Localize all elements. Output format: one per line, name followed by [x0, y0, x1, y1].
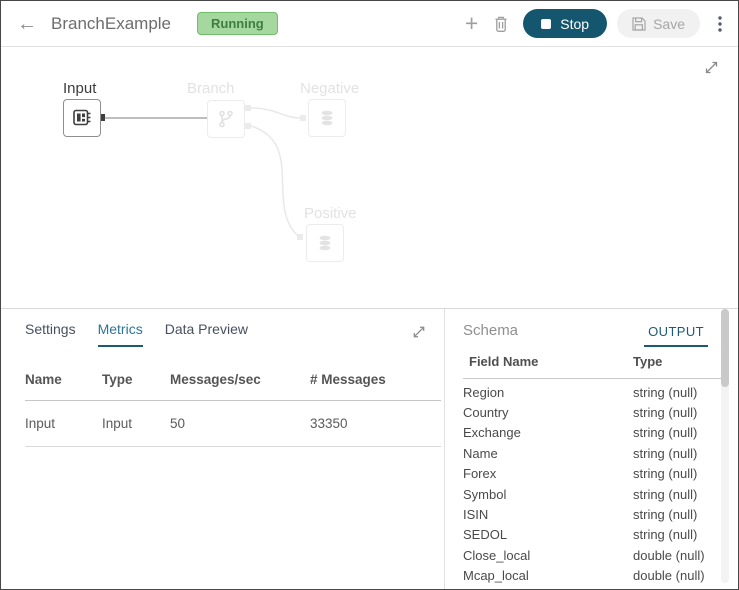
- schema-row[interactable]: SEDOL string (null): [463, 525, 721, 545]
- tab-settings[interactable]: Settings: [25, 321, 76, 347]
- status-badge: Running: [197, 12, 278, 35]
- expand-canvas-icon[interactable]: [703, 59, 720, 81]
- stop-button[interactable]: Stop: [523, 9, 607, 38]
- schema-row[interactable]: Exchange string (null): [463, 423, 721, 443]
- add-icon[interactable]: +: [465, 12, 478, 35]
- schema-row[interactable]: Close_local double (null): [463, 545, 721, 565]
- cell-messages-sec: 50: [170, 401, 310, 447]
- schema-panel: Schema OUTPUT Field Name Type Region str…: [445, 309, 738, 589]
- database-icon: [317, 108, 337, 128]
- cell-type: Input: [102, 401, 170, 447]
- field-type: string (null): [633, 527, 697, 542]
- database-icon: [315, 233, 335, 253]
- stop-icon: [541, 19, 551, 29]
- metrics-table: Name Type Messages/sec # Messages Input …: [25, 366, 441, 447]
- node-input[interactable]: [63, 99, 101, 137]
- node-negative[interactable]: [308, 99, 346, 137]
- field-type: double (null): [633, 548, 705, 563]
- column-header-field-name: Field Name: [469, 354, 633, 369]
- schema-rows: Region string (null) Country string (nul…: [463, 379, 721, 590]
- column-header-num-messages: # Messages: [310, 366, 441, 401]
- field-type: string (null): [633, 446, 697, 461]
- back-icon[interactable]: ←: [17, 14, 37, 34]
- node-branch[interactable]: [207, 100, 245, 138]
- schema-row[interactable]: Region string (null): [463, 382, 721, 402]
- table-row[interactable]: Input Input 50 33350: [25, 401, 441, 447]
- scrollbar-thumb[interactable]: [721, 309, 729, 387]
- save-button[interactable]: Save: [617, 9, 700, 38]
- schema-column-headers: Field Name Type: [463, 351, 721, 379]
- column-header-name: Name: [25, 366, 102, 401]
- field-name: Name: [463, 446, 633, 461]
- save-icon: [632, 17, 646, 31]
- branch-icon: [216, 109, 236, 129]
- schema-scrollbar[interactable]: [721, 309, 729, 583]
- page-title: BranchExample: [51, 14, 171, 34]
- trash-icon[interactable]: [493, 15, 509, 33]
- field-type: string (null): [633, 385, 697, 400]
- pipeline-canvas[interactable]: Input Branch Negative: [1, 47, 738, 309]
- node-label-positive: Positive: [304, 205, 357, 222]
- field-name: Mcap_local: [463, 568, 633, 583]
- schema-header: Schema OUTPUT: [463, 322, 738, 347]
- node-label-input: Input: [63, 80, 96, 97]
- field-type: double (null): [633, 568, 705, 583]
- schema-row[interactable]: Name string (null): [463, 443, 721, 463]
- schema-row[interactable]: Country string (null): [463, 402, 721, 422]
- field-type: string (null): [633, 425, 697, 440]
- schema-table: Field Name Type Region string (null) Cou…: [463, 351, 721, 590]
- column-header-field-type: Type: [633, 354, 662, 369]
- field-type: string (null): [633, 507, 697, 522]
- top-bar: ← BranchExample Running + Stop: [1, 1, 738, 47]
- field-type: string (null): [633, 466, 697, 481]
- more-options-icon[interactable]: [718, 15, 722, 33]
- field-name: Close_local: [463, 548, 633, 563]
- schema-row[interactable]: Symbol string (null): [463, 484, 721, 504]
- field-name: SEDOL: [463, 527, 633, 542]
- metrics-panel: Settings Metrics Data Preview Name Type …: [1, 309, 445, 589]
- field-name: Exchange: [463, 425, 633, 440]
- field-name: Country: [463, 405, 633, 420]
- chip-icon: [71, 107, 93, 129]
- app-window: ← BranchExample Running + Stop: [0, 0, 739, 590]
- schema-row[interactable]: Mcap_local double (null): [463, 566, 721, 586]
- bottom-panels: Settings Metrics Data Preview Name Type …: [1, 309, 738, 589]
- toolbar-actions: + Stop Save: [465, 9, 722, 38]
- edges-layer: [1, 47, 739, 309]
- node-label-negative: Negative: [300, 80, 359, 97]
- cell-num-messages: 33350: [310, 401, 441, 447]
- tab-metrics[interactable]: Metrics: [98, 321, 143, 347]
- field-name: Symbol: [463, 487, 633, 502]
- save-button-label: Save: [653, 16, 685, 32]
- schema-row[interactable]: Forex string (null): [463, 464, 721, 484]
- column-header-messages-sec: Messages/sec: [170, 366, 310, 401]
- column-header-type: Type: [102, 366, 170, 401]
- panel-tabs: Settings Metrics Data Preview: [25, 321, 444, 347]
- field-type: string (null): [633, 405, 697, 420]
- node-positive[interactable]: [306, 224, 344, 262]
- node-label-branch: Branch: [187, 80, 235, 97]
- expand-panel-icon[interactable]: [411, 324, 427, 345]
- field-type: string (null): [633, 487, 697, 502]
- cell-name: Input: [25, 401, 102, 447]
- field-name: ISIN: [463, 507, 633, 522]
- schema-row[interactable]: ISIN string (null): [463, 504, 721, 524]
- field-name: Forex: [463, 466, 633, 481]
- field-name: Region: [463, 385, 633, 400]
- schema-title: Schema: [463, 322, 518, 339]
- tab-data-preview[interactable]: Data Preview: [165, 321, 248, 347]
- tab-output[interactable]: OUTPUT: [644, 322, 708, 347]
- stop-button-label: Stop: [560, 16, 589, 32]
